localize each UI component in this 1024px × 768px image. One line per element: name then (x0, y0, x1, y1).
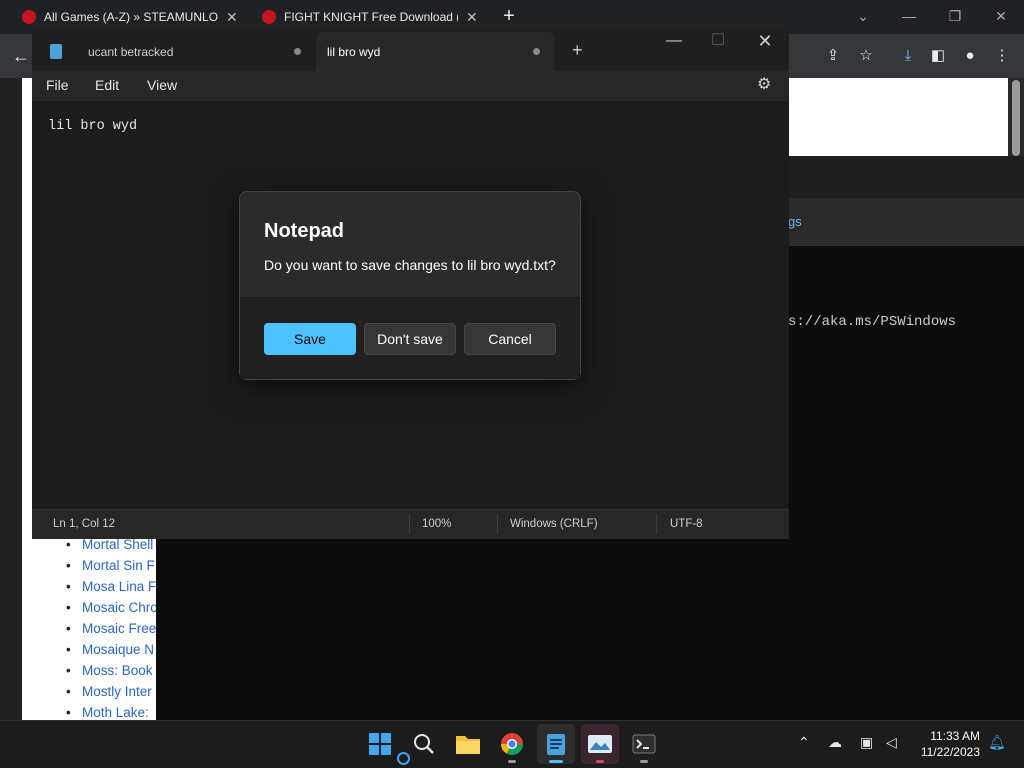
folder-icon (456, 736, 480, 754)
unsaved-dot-icon (533, 48, 540, 55)
side-panel-icon[interactable]: ◧ (925, 44, 951, 68)
clock-date[interactable]: 11/22/2023 (908, 745, 980, 759)
status-zoom: 100% (422, 518, 452, 530)
chrome-icon (501, 733, 523, 755)
game-link[interactable]: Mostly Inter (66, 684, 152, 699)
running-indicator (508, 760, 516, 763)
search-icon (414, 734, 434, 754)
notepad-tab-label: ucant betracked (88, 44, 174, 59)
browser-minimize-button[interactable]: — (894, 4, 924, 28)
game-link[interactable]: Mosaic Free (66, 621, 156, 636)
profile-avatar-icon[interactable]: ● (957, 44, 983, 68)
cancel-button[interactable]: Cancel (464, 323, 556, 355)
save-button[interactable]: Save (264, 323, 356, 355)
file-explorer-button[interactable] (449, 724, 487, 764)
game-link[interactable]: Mosaic Chro (66, 600, 156, 615)
game-link[interactable]: Mortal Shell (66, 537, 153, 552)
menu-file[interactable]: File (46, 77, 69, 93)
notepad-taskbar-button[interactable] (537, 724, 575, 764)
game-link[interactable]: Mortal Sin F (66, 558, 155, 573)
site-favicon-icon (22, 10, 36, 24)
status-divider (409, 514, 410, 534)
close-tab-icon[interactable]: ✕ (226, 9, 238, 26)
notepad-maximize-button[interactable]: ☐ (700, 30, 736, 52)
active-indicator (549, 760, 563, 763)
terminal-icon (632, 734, 656, 754)
dont-save-button[interactable]: Don't save (364, 323, 456, 355)
bookmark-star-icon[interactable]: ☆ (853, 44, 879, 68)
windows-logo-icon (369, 733, 391, 755)
terminal-settings-link[interactable]: gs (788, 214, 802, 229)
notepad-tab-lil-bro-wyd[interactable]: lil bro wyd (316, 32, 554, 71)
attention-indicator (596, 760, 604, 763)
tab-search-icon[interactable]: ⌄ (848, 4, 878, 28)
cloud-offline-icon[interactable]: ☁ (828, 734, 842, 751)
download-icon[interactable]: ⤓ (895, 44, 921, 68)
back-arrow-icon[interactable]: ← (8, 43, 34, 69)
dialog-title: Notepad (264, 220, 344, 242)
clock-time[interactable]: 11:33 AM (920, 729, 980, 743)
game-link[interactable]: Mosa Lina F (66, 579, 156, 594)
game-link[interactable]: Moth Lake: (66, 705, 149, 720)
browser-tab-title: FIGHT KNIGHT Free Download (v (284, 10, 458, 24)
browser-tab-title: All Games (A-Z) » STEAMUNLOCKED (44, 10, 218, 24)
unsaved-dot-icon (294, 48, 301, 55)
chrome-taskbar-button[interactable] (493, 724, 531, 764)
status-encoding: UTF-8 (670, 518, 703, 530)
editor-text: lil bro wyd (48, 119, 138, 134)
site-favicon-icon (262, 10, 276, 24)
photos-taskbar-button[interactable] (581, 724, 619, 764)
terminal-output-line: s://aka.ms/PSWindows (788, 314, 957, 330)
new-tab-button[interactable]: + (498, 5, 520, 27)
game-list: Mortal Shell Mortal Sin F Mosa Lina F Mo… (22, 534, 156, 720)
browser-scroll-thumb[interactable] (1012, 80, 1020, 156)
notepad-minimize-button[interactable]: — (656, 30, 692, 52)
notepad-menubar (32, 71, 789, 101)
terminal-taskbar-button[interactable] (625, 724, 663, 764)
running-indicator (640, 760, 648, 763)
notepad-new-tab-button[interactable]: + (572, 40, 583, 61)
status-cursor-position: Ln 1, Col 12 (53, 518, 116, 530)
browser-restore-button[interactable]: ❐ (940, 4, 970, 28)
menu-kebab-icon[interactable]: ⋮ (989, 44, 1015, 68)
notepad-tab-label: lil bro wyd (327, 44, 381, 59)
status-divider (656, 514, 657, 534)
game-link[interactable]: Moss: Book (66, 663, 152, 678)
notepad-close-button[interactable]: ✕ (747, 30, 783, 52)
share-icon[interactable]: ⇪ (820, 44, 846, 68)
volume-muted-icon[interactable]: ◁ (886, 734, 897, 751)
dialog-message: Do you want to save changes to lil bro w… (264, 257, 556, 273)
game-link[interactable]: Mosaique N (66, 642, 154, 657)
menu-edit[interactable]: Edit (95, 77, 119, 93)
browser-close-button[interactable]: ✕ (986, 4, 1016, 28)
settings-gear-icon[interactable]: ⚙ (757, 74, 771, 94)
status-divider (497, 514, 498, 534)
network-icon[interactable]: ▣ (860, 734, 873, 751)
search-button[interactable] (405, 724, 443, 764)
close-tab-icon[interactable]: ✕ (466, 9, 478, 26)
notepad-icon (547, 734, 565, 755)
show-hidden-icons-chevron-icon[interactable]: ⌃ (798, 734, 810, 751)
notepad-app-icon (50, 44, 62, 59)
status-line-ending: Windows (CRLF) (510, 518, 598, 530)
start-button[interactable] (361, 724, 399, 764)
photos-icon (588, 735, 612, 753)
notification-bell-icon[interactable]: 🔔︎ (988, 734, 1006, 751)
menu-view[interactable]: View (147, 77, 177, 93)
notepad-tab-ucant-betracked[interactable]: ucant betracked (70, 32, 306, 71)
